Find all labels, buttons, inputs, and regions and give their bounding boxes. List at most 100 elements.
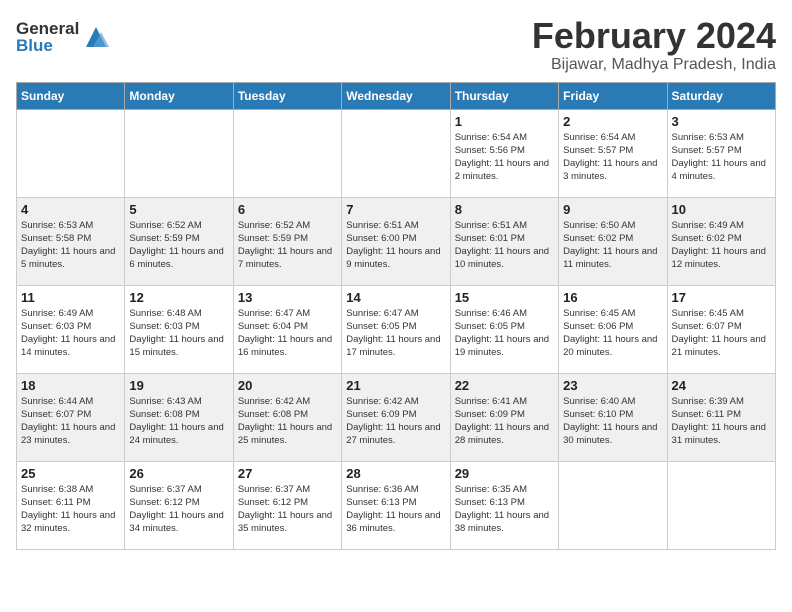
calendar-cell: 5 Sunrise: 6:52 AMSunset: 5:59 PMDaylight… [125, 197, 233, 285]
calendar-cell [233, 109, 341, 197]
logo-blue: Blue [16, 37, 79, 54]
day-info: Sunrise: 6:39 AMSunset: 6:11 PMDaylight:… [672, 395, 771, 448]
day-info: Sunrise: 6:42 AMSunset: 6:08 PMDaylight:… [238, 395, 337, 448]
day-info: Sunrise: 6:45 AMSunset: 6:06 PMDaylight:… [563, 307, 662, 360]
day-number: 14 [346, 290, 445, 305]
day-info: Sunrise: 6:48 AMSunset: 6:03 PMDaylight:… [129, 307, 228, 360]
calendar-cell [667, 461, 775, 549]
calendar-cell: 21 Sunrise: 6:42 AMSunset: 6:09 PMDayligh… [342, 373, 450, 461]
day-info: Sunrise: 6:46 AMSunset: 6:05 PMDaylight:… [455, 307, 554, 360]
calendar-cell: 15Sunrise: 6:46 AMSunset: 6:05 PMDayligh… [450, 285, 558, 373]
calendar-cell [17, 109, 125, 197]
calendar-cell: 7 Sunrise: 6:51 AMSunset: 6:00 PMDaylight… [342, 197, 450, 285]
day-info: Sunrise: 6:40 AMSunset: 6:10 PMDaylight:… [563, 395, 662, 448]
weekday-header: Friday [559, 82, 667, 109]
month-title: February 2024 [532, 16, 776, 56]
calendar-cell: 11 Sunrise: 6:49 AMSunset: 6:03 PMDayligh… [17, 285, 125, 373]
calendar-cell: 6 Sunrise: 6:52 AMSunset: 5:59 PMDaylight… [233, 197, 341, 285]
calendar-header-row: SundayMondayTuesdayWednesdayThursdayFrid… [17, 82, 776, 109]
day-info: Sunrise: 6:35 AMSunset: 6:13 PMDaylight:… [455, 483, 554, 536]
day-number: 10 [672, 202, 771, 217]
day-number: 4 [21, 202, 120, 217]
logo-general: General [16, 20, 79, 37]
day-info: Sunrise: 6:37 AMSunset: 6:12 PMDaylight:… [129, 483, 228, 536]
calendar-cell: 23 Sunrise: 6:40 AMSunset: 6:10 PMDayligh… [559, 373, 667, 461]
calendar-cell: 8Sunrise: 6:51 AMSunset: 6:01 PMDaylight… [450, 197, 558, 285]
calendar-cell: 27 Sunrise: 6:37 AMSunset: 6:12 PMDayligh… [233, 461, 341, 549]
day-number: 27 [238, 466, 337, 481]
calendar-cell: 19Sunrise: 6:43 AMSunset: 6:08 PMDayligh… [125, 373, 233, 461]
day-info: Sunrise: 6:44 AMSunset: 6:07 PMDaylight:… [21, 395, 120, 448]
calendar-cell: 26 Sunrise: 6:37 AMSunset: 6:12 PMDayligh… [125, 461, 233, 549]
day-info: Sunrise: 6:37 AMSunset: 6:12 PMDaylight:… [238, 483, 337, 536]
calendar-cell: 29Sunrise: 6:35 AMSunset: 6:13 PMDayligh… [450, 461, 558, 549]
calendar-week-row: 1 Sunrise: 6:54 AMSunset: 5:56 PMDaylight… [17, 109, 776, 197]
day-number: 16 [563, 290, 662, 305]
day-number: 3 [672, 114, 771, 129]
calendar-week-row: 11 Sunrise: 6:49 AMSunset: 6:03 PMDayligh… [17, 285, 776, 373]
calendar-cell: 3 Sunrise: 6:53 AMSunset: 5:57 PMDaylight… [667, 109, 775, 197]
calendar-cell: 9 Sunrise: 6:50 AMSunset: 6:02 PMDaylight… [559, 197, 667, 285]
calendar-cell [559, 461, 667, 549]
day-number: 13 [238, 290, 337, 305]
day-number: 7 [346, 202, 445, 217]
calendar-week-row: 18 Sunrise: 6:44 AMSunset: 6:07 PMDayligh… [17, 373, 776, 461]
location-title: Bijawar, Madhya Pradesh, India [532, 56, 776, 74]
day-info: Sunrise: 6:50 AMSunset: 6:02 PMDaylight:… [563, 219, 662, 272]
calendar-week-row: 25 Sunrise: 6:38 AMSunset: 6:11 PMDayligh… [17, 461, 776, 549]
day-info: Sunrise: 6:42 AMSunset: 6:09 PMDaylight:… [346, 395, 445, 448]
day-number: 6 [238, 202, 337, 217]
weekday-header: Thursday [450, 82, 558, 109]
day-number: 26 [129, 466, 228, 481]
weekday-header: Monday [125, 82, 233, 109]
day-info: Sunrise: 6:49 AMSunset: 6:03 PMDaylight:… [21, 307, 120, 360]
calendar-cell: 10Sunrise: 6:49 AMSunset: 6:02 PMDayligh… [667, 197, 775, 285]
weekday-header: Saturday [667, 82, 775, 109]
header: General Blue February 2024 Bijawar, Madh… [16, 16, 776, 74]
day-number: 22 [455, 378, 554, 393]
logo: General Blue [16, 16, 111, 54]
day-info: Sunrise: 6:53 AMSunset: 5:58 PMDaylight:… [21, 219, 120, 272]
calendar-cell [342, 109, 450, 197]
calendar-cell: 2Sunrise: 6:54 AMSunset: 5:57 PMDaylight… [559, 109, 667, 197]
day-info: Sunrise: 6:52 AMSunset: 5:59 PMDaylight:… [238, 219, 337, 272]
calendar-cell: 17 Sunrise: 6:45 AMSunset: 6:07 PMDayligh… [667, 285, 775, 373]
weekday-header: Wednesday [342, 82, 450, 109]
day-number: 9 [563, 202, 662, 217]
calendar-cell: 12 Sunrise: 6:48 AMSunset: 6:03 PMDayligh… [125, 285, 233, 373]
calendar-cell: 1 Sunrise: 6:54 AMSunset: 5:56 PMDaylight… [450, 109, 558, 197]
calendar-cell: 18 Sunrise: 6:44 AMSunset: 6:07 PMDayligh… [17, 373, 125, 461]
day-info: Sunrise: 6:54 AMSunset: 5:56 PMDaylight:… [455, 131, 554, 184]
day-number: 25 [21, 466, 120, 481]
calendar-cell [125, 109, 233, 197]
day-info: Sunrise: 6:43 AMSunset: 6:08 PMDaylight:… [129, 395, 228, 448]
day-number: 23 [563, 378, 662, 393]
calendar-cell: 16 Sunrise: 6:45 AMSunset: 6:06 PMDayligh… [559, 285, 667, 373]
day-info: Sunrise: 6:52 AMSunset: 5:59 PMDaylight:… [129, 219, 228, 272]
calendar-cell: 14Sunrise: 6:47 AMSunset: 6:05 PMDayligh… [342, 285, 450, 373]
weekday-header: Tuesday [233, 82, 341, 109]
day-info: Sunrise: 6:36 AMSunset: 6:13 PMDaylight:… [346, 483, 445, 536]
day-info: Sunrise: 6:51 AMSunset: 6:01 PMDaylight:… [455, 219, 554, 272]
calendar-table: SundayMondayTuesdayWednesdayThursdayFrid… [16, 82, 776, 550]
calendar-week-row: 4 Sunrise: 6:53 AMSunset: 5:58 PMDaylight… [17, 197, 776, 285]
day-info: Sunrise: 6:45 AMSunset: 6:07 PMDaylight:… [672, 307, 771, 360]
day-number: 1 [455, 114, 554, 129]
calendar-cell: 4 Sunrise: 6:53 AMSunset: 5:58 PMDaylight… [17, 197, 125, 285]
title-area: February 2024 Bijawar, Madhya Pradesh, I… [532, 16, 776, 74]
day-number: 12 [129, 290, 228, 305]
weekday-header: Sunday [17, 82, 125, 109]
calendar-cell: 22Sunrise: 6:41 AMSunset: 6:09 PMDayligh… [450, 373, 558, 461]
day-info: Sunrise: 6:38 AMSunset: 6:11 PMDaylight:… [21, 483, 120, 536]
day-number: 18 [21, 378, 120, 393]
day-info: Sunrise: 6:53 AMSunset: 5:57 PMDaylight:… [672, 131, 771, 184]
day-number: 5 [129, 202, 228, 217]
day-number: 21 [346, 378, 445, 393]
day-info: Sunrise: 6:51 AMSunset: 6:00 PMDaylight:… [346, 219, 445, 272]
logo-icon [81, 22, 111, 52]
day-number: 17 [672, 290, 771, 305]
day-info: Sunrise: 6:47 AMSunset: 6:04 PMDaylight:… [238, 307, 337, 360]
day-number: 11 [21, 290, 120, 305]
day-info: Sunrise: 6:54 AMSunset: 5:57 PMDaylight:… [563, 131, 662, 184]
calendar-cell: 24Sunrise: 6:39 AMSunset: 6:11 PMDayligh… [667, 373, 775, 461]
